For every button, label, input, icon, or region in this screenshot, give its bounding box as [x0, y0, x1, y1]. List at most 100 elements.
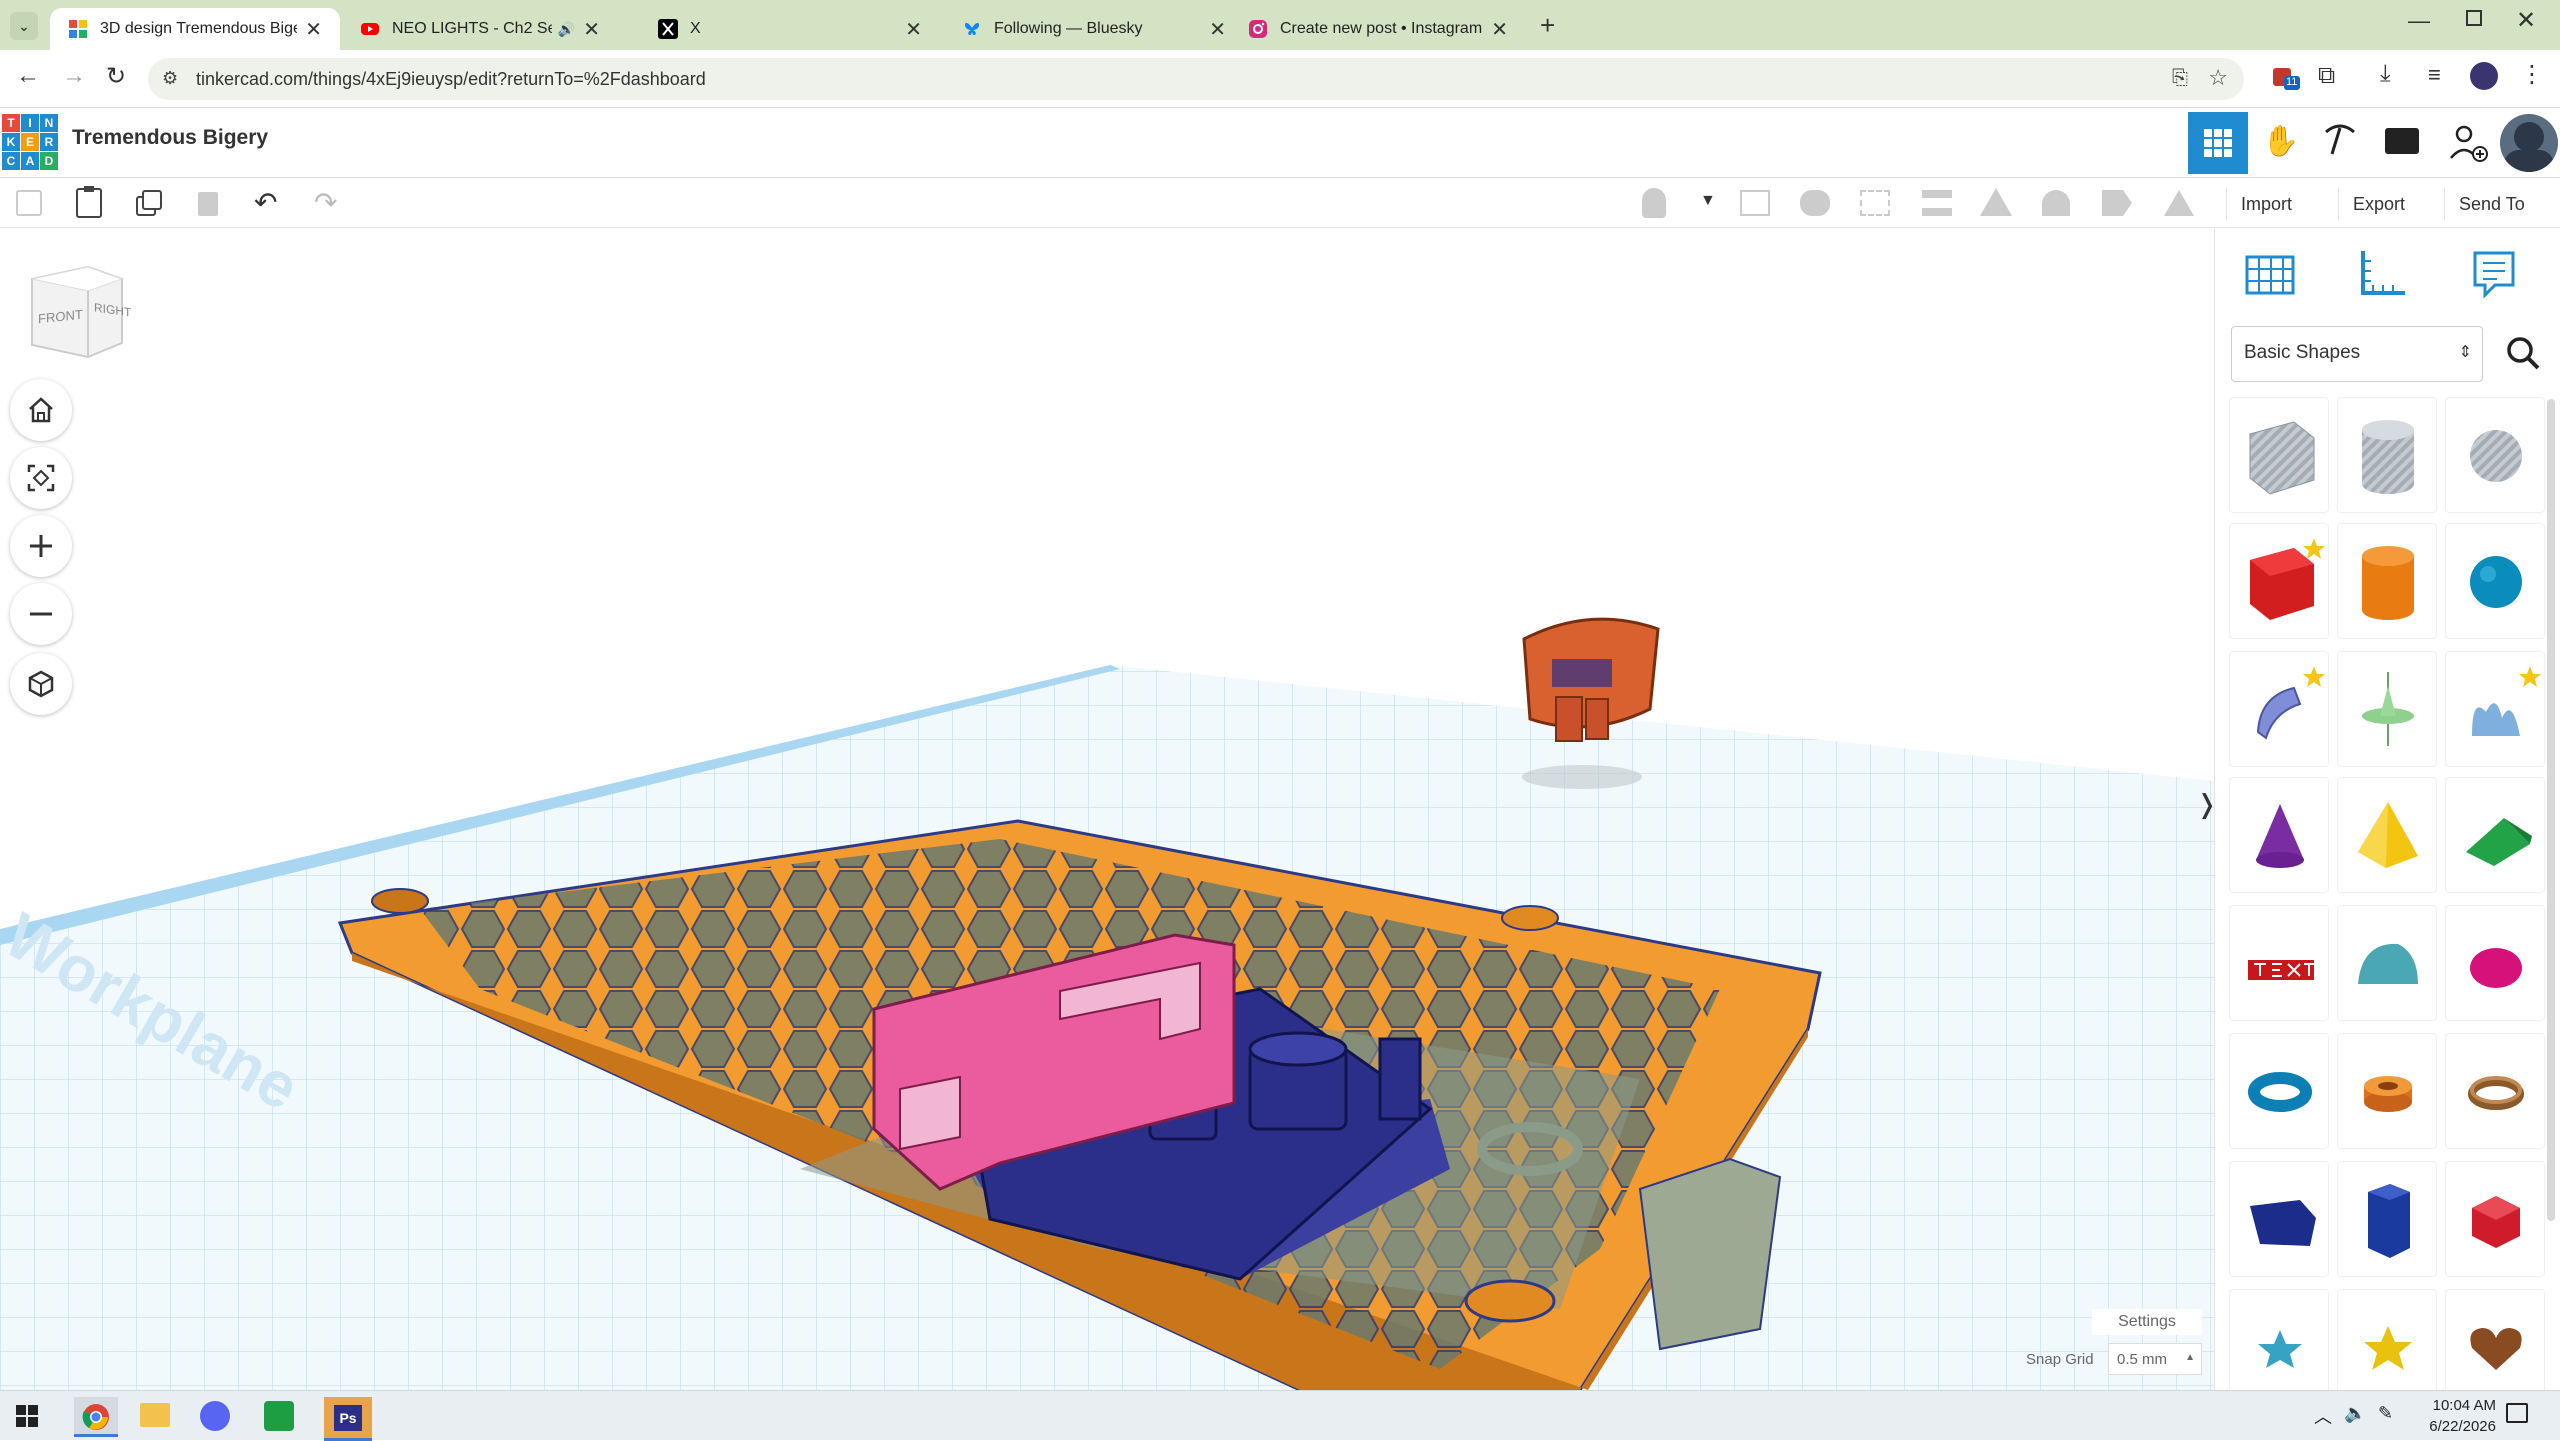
restore-icon[interactable]	[2466, 10, 2482, 26]
url-text[interactable]: tinkercad.com/things/4xEj9ieuysp/edit?re…	[196, 69, 706, 90]
import-button[interactable]: Import	[2226, 188, 2306, 220]
export-button[interactable]: Export	[2338, 188, 2419, 220]
send-to-button[interactable]: Send To	[2444, 188, 2539, 220]
workplane-tool-button[interactable]	[2245, 249, 2295, 299]
cruise-icon[interactable]	[1860, 190, 1890, 216]
user-avatar[interactable]	[2500, 114, 2558, 172]
bookmark-star-icon[interactable]: ☆	[2208, 65, 2228, 91]
corner-hole[interactable]	[1501, 905, 1559, 931]
volume-icon[interactable]: 🔈	[2344, 1403, 2366, 1424]
tab-close-icon[interactable]: ✕	[1209, 17, 1226, 42]
chrome-taskbar-button[interactable]	[74, 1397, 118, 1437]
tab-bluesky[interactable]: Following — Bluesky ✕	[944, 8, 1244, 50]
home-view-button[interactable]	[10, 379, 72, 441]
header-pins[interactable]	[1378, 1037, 1422, 1121]
tab-tinkercad[interactable]: 3D design Tremendous Bigery ✕	[50, 8, 340, 50]
download-icon[interactable]: ⤓	[2380, 60, 2391, 88]
shape-paraboloid[interactable]	[2445, 905, 2545, 1021]
shape-cone[interactable]	[2229, 777, 2329, 893]
speaker-icon[interactable]: 🔊	[558, 21, 575, 38]
snap-grid-select[interactable]: 0.5 mm ▲	[2108, 1343, 2202, 1375]
delete-icon[interactable]	[198, 192, 218, 216]
notifications-icon[interactable]	[2506, 1403, 2528, 1423]
address-bar[interactable]: ⚙ tinkercad.com/things/4xEj9ieuysp/edit?…	[148, 58, 2244, 100]
minimize-icon[interactable]: —	[2408, 8, 2430, 34]
add-user-icon[interactable]	[2448, 122, 2488, 162]
forward-icon[interactable]: →	[62, 62, 86, 90]
workplane-tool-icon[interactable]	[2042, 190, 2070, 216]
shape-torus[interactable]	[2229, 1033, 2329, 1149]
shape-half-sphere[interactable]	[2337, 905, 2437, 1021]
tab-youtube[interactable]: NEO LIGHTS - Ch2 Second 🔊 ✕	[342, 8, 618, 50]
shape-roof[interactable]	[2337, 651, 2437, 767]
undo-icon[interactable]: ↶	[254, 186, 277, 219]
shape-icosahedron[interactable]	[2445, 1161, 2545, 1277]
standoff-hole[interactable]	[371, 888, 429, 914]
3d-view-grid-button[interactable]	[2188, 112, 2248, 174]
tab-close-icon[interactable]: ✕	[583, 17, 600, 42]
profile-avatar[interactable]	[2470, 62, 2498, 90]
bricks-icon[interactable]	[2385, 128, 2419, 154]
system-clock[interactable]: 10:04 AM 6/22/2026	[2429, 1395, 2496, 1437]
install-app-icon[interactable]: ⎘	[2172, 67, 2188, 90]
tray-chevron-icon[interactable]: ︿	[2314, 1403, 2332, 1429]
sim-lab-icon[interactable]: ✋	[2262, 124, 2299, 159]
tinkercad-logo[interactable]: T I N K E R C A D	[2, 114, 58, 170]
reload-icon[interactable]: ↻	[106, 62, 126, 91]
perspective-button[interactable]	[10, 653, 72, 715]
extension-icon[interactable]: 11	[2270, 62, 2300, 92]
pickaxe-icon[interactable]	[2322, 122, 2358, 158]
zoom-in-button[interactable]	[10, 515, 72, 577]
tab-close-icon[interactable]: ✕	[305, 17, 322, 42]
new-tab-icon[interactable]: +	[1540, 10, 1555, 41]
shape-text[interactable]	[2229, 905, 2329, 1021]
file-explorer-icon[interactable]	[140, 1403, 170, 1427]
pen-icon[interactable]: ✎	[2378, 1403, 2393, 1424]
media-controls-icon[interactable]: ≡	[2428, 62, 2441, 88]
group-icon[interactable]	[1740, 190, 1770, 216]
design-title[interactable]: Tremendous Bigery	[72, 126, 268, 150]
grey-connector-block[interactable]	[1638, 1157, 1782, 1351]
discord-icon[interactable]	[200, 1401, 230, 1431]
tab-close-icon[interactable]: ✕	[1491, 17, 1508, 42]
shape-hexagonal-prism[interactable]	[2337, 1161, 2437, 1277]
shape-sphere[interactable]	[2445, 523, 2545, 639]
back-icon[interactable]: ←	[16, 62, 40, 90]
chevron-down-icon[interactable]: ▼	[1700, 192, 1716, 210]
panel-scrollbar[interactable]	[2547, 399, 2555, 1221]
sheets-icon[interactable]	[264, 1401, 294, 1431]
shape-wedge[interactable]	[2445, 777, 2545, 893]
shape-cylinder-hole[interactable]	[2337, 397, 2437, 513]
shape-heart[interactable]	[2445, 1289, 2545, 1390]
ungroup-icon[interactable]	[1800, 190, 1830, 216]
view-cube[interactable]: FRONT RIGHT	[28, 265, 131, 359]
paste-icon[interactable]	[76, 186, 102, 218]
light-bulb-icon[interactable]	[1642, 188, 1666, 218]
close-window-icon[interactable]: ✕	[2516, 6, 2536, 35]
tab-x[interactable]: X ✕	[640, 8, 940, 50]
notes-icon[interactable]	[2164, 190, 2194, 216]
shape-sphere-hole[interactable]	[2445, 397, 2545, 513]
shape-box[interactable]	[2229, 523, 2329, 639]
mirror-icon[interactable]	[1980, 188, 2012, 216]
shape-pyramid[interactable]	[2337, 777, 2437, 893]
align-icon[interactable]	[1922, 190, 1952, 216]
workplane-scene[interactable]: Workplane	[0, 229, 2214, 1390]
shape-polygon[interactable]	[2229, 1161, 2329, 1277]
settings-button[interactable]: Settings	[2092, 1309, 2202, 1335]
shape-star-gold[interactable]	[2337, 1289, 2437, 1390]
fit-view-button[interactable]	[10, 447, 72, 509]
tab-search-icon[interactable]: ⌄	[10, 12, 38, 40]
redo-icon[interactable]: ↷	[314, 186, 337, 219]
site-info-icon[interactable]: ⚙	[162, 68, 178, 89]
browser-menu-icon[interactable]: ⋮	[2520, 60, 2544, 89]
shape-ring[interactable]	[2445, 1033, 2545, 1149]
tab-close-icon[interactable]: ✕	[905, 17, 922, 42]
zoom-out-button[interactable]	[10, 583, 72, 645]
duplicate-icon[interactable]	[136, 190, 164, 218]
collapse-panel-icon[interactable]: ❭	[2196, 789, 2214, 820]
shape-category-select[interactable]: Basic Shapes ⇕	[2231, 326, 2483, 382]
shape-star[interactable]	[2229, 1289, 2329, 1390]
windows-start-icon[interactable]	[16, 1405, 38, 1427]
ruler-icon[interactable]	[2102, 190, 2132, 216]
